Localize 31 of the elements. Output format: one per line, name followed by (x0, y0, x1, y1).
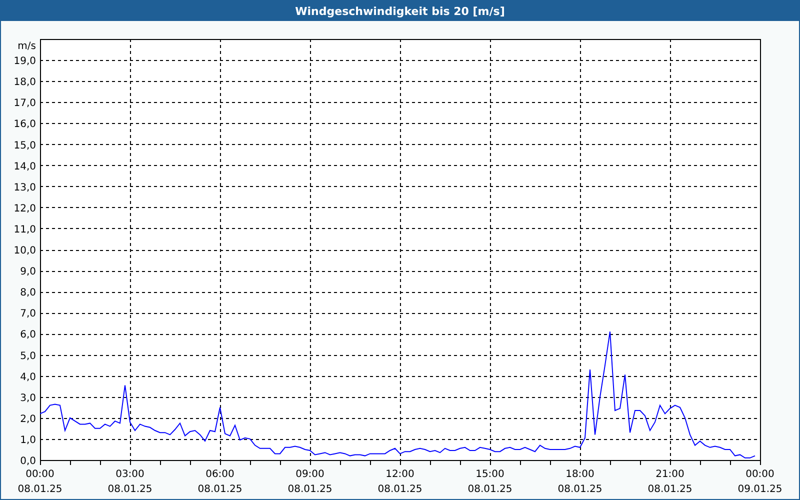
y-tick-label: 0,0 (20, 456, 36, 467)
y-tick-label: 15,0 (14, 140, 36, 152)
y-tick-label: 6,0 (20, 330, 36, 341)
y-tick-label: 17,0 (14, 98, 36, 110)
y-tick-label: 12,0 (14, 203, 36, 214)
y-tick-label: 18,0 (14, 77, 36, 88)
y-tick-label: 14,0 (14, 161, 36, 172)
y-axis-unit: m/s (18, 41, 36, 52)
x-tick-label: 09:00 08.01.25 (286, 468, 334, 497)
y-tick-label: 8,0 (20, 288, 36, 299)
y-tick-label: 13,0 (14, 182, 36, 194)
window-title: Windgeschwindigkeit bis 20 [m/s] (295, 4, 505, 18)
x-tick-label: 18:00 08.01.25 (556, 468, 604, 497)
y-tick-label: 11,0 (14, 224, 36, 236)
x-tick-label: 21:00 08.01.25 (646, 468, 694, 497)
x-tick-label: 15:00 08.01.25 (466, 468, 514, 497)
y-tick-label: 7,0 (20, 308, 36, 320)
y-tick-label: 4,0 (20, 372, 36, 383)
x-tick-label: 00:00 08.01.25 (16, 468, 64, 497)
x-tick-label: 06:00 08.01.25 (196, 468, 244, 497)
y-tick-label: 2,0 (20, 414, 36, 425)
y-tick-label: 3,0 (20, 392, 36, 404)
y-tick-label: 5,0 (20, 350, 36, 362)
y-tick-label: 10,0 (14, 246, 36, 256)
y-tick-label: 16,0 (14, 119, 36, 130)
y-tick-label: 1,0 (20, 434, 36, 446)
x-tick-label: 03:00 08.01.25 (106, 468, 154, 497)
x-tick-label: 12:00 08.01.25 (376, 468, 424, 497)
y-tick-label: 19,0 (14, 56, 36, 68)
x-tick-label: 00:00 09.01.25 (736, 468, 784, 497)
y-tick-label: 9,0 (20, 266, 36, 278)
